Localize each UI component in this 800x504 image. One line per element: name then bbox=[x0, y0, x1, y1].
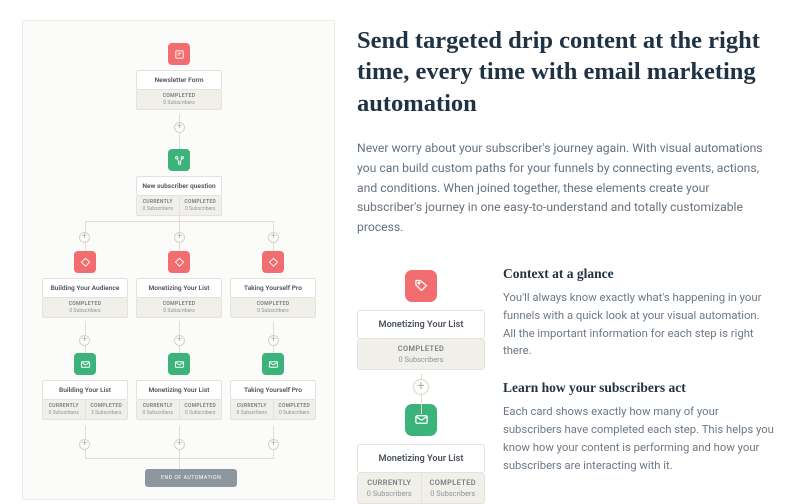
section-body: Each card shows exactly how many of your… bbox=[503, 403, 774, 474]
add-step-button[interactable] bbox=[79, 439, 90, 450]
tag-icon bbox=[168, 251, 190, 273]
node-title: New subscriber question bbox=[136, 176, 222, 196]
add-step-button[interactable] bbox=[268, 335, 279, 346]
tag-icon bbox=[74, 251, 96, 273]
node-stats: CURRENTLY0 Subscribers COMPLETED3 Subscr… bbox=[42, 400, 128, 420]
example-cards: Monetizing Your List COMPLETED 0 Subscri… bbox=[357, 266, 485, 504]
node-stats: COMPLETED 0 Subscribers bbox=[357, 339, 485, 370]
add-step-button[interactable] bbox=[268, 439, 279, 450]
node-taking-pro[interactable]: Taking Yourself Pro CURRENTLY0 Subscribe… bbox=[230, 353, 316, 420]
node-title: Monetizing Your List bbox=[357, 310, 485, 339]
node-building-audience[interactable]: Building Your Audience COMPLETED0 Subscr… bbox=[42, 251, 128, 318]
node-stats: CURRENTLY0 Subscribers COMPLETED0 Subscr… bbox=[357, 473, 485, 504]
example-card-email[interactable]: Monetizing Your List CURRENTLY0 Subscrib… bbox=[357, 404, 485, 504]
node-title: Taking Yourself Pro bbox=[230, 278, 316, 298]
tag-icon bbox=[262, 251, 284, 273]
node-title: Monetizing Your List bbox=[357, 444, 485, 473]
automation-canvas: Newsletter Form COMPLETED 0 Subscribers … bbox=[22, 20, 335, 500]
node-stats: CURRENTLY0 Subscribers COMPLETED0 Subscr… bbox=[136, 196, 222, 216]
node-stats: CURRENTLY0 Subscribers COMPLETED0 Subscr… bbox=[230, 400, 316, 420]
node-stats: COMPLETED0 Subscribers bbox=[230, 298, 316, 318]
node-stats: COMPLETED0 Subscribers bbox=[136, 298, 222, 318]
node-monetizing-list[interactable]: Monetizing Your List CURRENTLY0 Subscrib… bbox=[136, 353, 222, 420]
section-body: You'll always know exactly what's happen… bbox=[503, 289, 774, 360]
node-title: Building Your List bbox=[42, 380, 128, 400]
add-step-button[interactable] bbox=[79, 232, 90, 243]
page-headline: Send targeted drip content at the right … bbox=[357, 25, 774, 119]
node-stats: COMPLETED0 Subscribers bbox=[42, 298, 128, 318]
node-title: Newsletter Form bbox=[136, 70, 222, 90]
add-step-button[interactable] bbox=[174, 439, 185, 450]
end-of-automation-pill: END OF AUTOMATION bbox=[145, 469, 237, 487]
node-subscriber-question[interactable]: New subscriber question CURRENTLY0 Subsc… bbox=[136, 149, 222, 216]
node-building-list[interactable]: Building Your List CURRENTLY0 Subscriber… bbox=[42, 353, 128, 420]
node-monetizing-list[interactable]: Monetizing Your List COMPLETED0 Subscrib… bbox=[136, 251, 222, 318]
mail-icon bbox=[262, 353, 284, 375]
node-title: Taking Yourself Pro bbox=[230, 380, 316, 400]
node-stats: COMPLETED 0 Subscribers bbox=[136, 90, 222, 110]
add-step-button[interactable] bbox=[174, 232, 185, 243]
automation-diagram: Newsletter Form COMPLETED 0 Subscribers … bbox=[0, 0, 345, 501]
example-card-tag[interactable]: Monetizing Your List COMPLETED 0 Subscri… bbox=[357, 270, 485, 370]
node-title: Building Your Audience bbox=[42, 278, 128, 298]
mail-icon bbox=[168, 353, 190, 375]
add-step-button[interactable] bbox=[174, 122, 185, 133]
add-step-button[interactable] bbox=[79, 335, 90, 346]
node-taking-pro[interactable]: Taking Yourself Pro COMPLETED0 Subscribe… bbox=[230, 251, 316, 318]
section-heading: Learn how your subscribers act bbox=[503, 380, 774, 396]
form-icon bbox=[168, 43, 190, 65]
node-title: Monetizing Your List bbox=[136, 380, 222, 400]
section-heading: Context at a glance bbox=[503, 266, 774, 282]
add-step-button[interactable] bbox=[413, 379, 429, 395]
node-newsletter-form[interactable]: Newsletter Form COMPLETED 0 Subscribers bbox=[136, 43, 222, 110]
add-step-button[interactable] bbox=[268, 232, 279, 243]
add-step-button[interactable] bbox=[174, 335, 185, 346]
intro-paragraph: Never worry about your subscriber's jour… bbox=[357, 139, 774, 238]
marketing-copy: Send targeted drip content at the right … bbox=[345, 0, 800, 501]
mail-icon bbox=[74, 353, 96, 375]
node-title: Monetizing Your List bbox=[136, 278, 222, 298]
node-stats: CURRENTLY0 Subscribers COMPLETED0 Subscr… bbox=[136, 400, 222, 420]
branch-icon bbox=[168, 149, 190, 171]
tag-icon bbox=[405, 270, 437, 302]
